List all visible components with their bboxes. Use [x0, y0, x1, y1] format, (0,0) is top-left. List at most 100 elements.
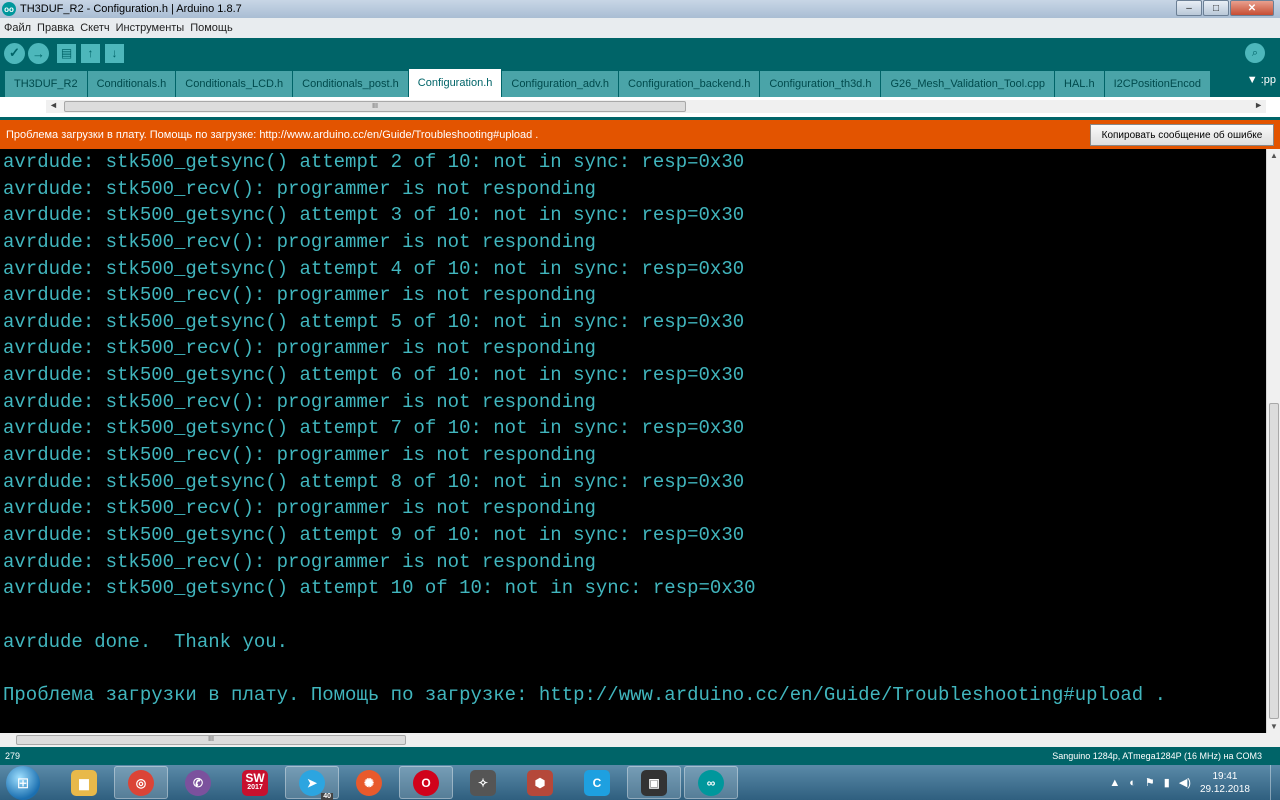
console-vertical-scrollbar[interactable]: ▲ ▼: [1266, 149, 1280, 733]
toolbar: ✓ → ▤ ↑ ↓ ⌕: [0, 38, 1280, 68]
console-line: Проблема загрузки в плату. Помощь по заг…: [3, 683, 1166, 706]
tab-i2c-position-encoder[interactable]: I2CPositionEncod: [1104, 71, 1211, 97]
new-sketch-icon[interactable]: ▤: [57, 43, 76, 63]
tab-configuration-adv[interactable]: Configuration_adv.h: [502, 71, 619, 97]
tray-app-icon[interactable]: ◐: [1129, 777, 1136, 789]
tab-configuration-th3d[interactable]: Configuration_th3d.h: [760, 71, 881, 97]
console-line: avrdude: stk500_recv(): programmer is no…: [3, 497, 596, 520]
arduino-glyph: ∞: [698, 769, 724, 796]
opera-glyph: O: [413, 769, 439, 796]
3d-viewer-icon[interactable]: ⬢: [513, 766, 567, 799]
console-vscroll-thumb[interactable]: [1269, 403, 1279, 719]
window-title: TH3DUF_R2 - Configuration.h | Arduino 1.…: [20, 3, 242, 15]
maximize-button[interactable]: □: [1203, 0, 1229, 16]
console-line: avrdude: stk500_recv(): programmer is no…: [3, 390, 596, 413]
tab-conditionals-post[interactable]: Conditionals_post.h: [293, 71, 408, 97]
menu-bar: Файл Правка Скетч Инструменты Помощь: [0, 18, 1280, 38]
serial-monitor-icon[interactable]: ⌕: [1245, 43, 1265, 63]
system-tray: ▲ ◐ ⚑ ▮ ◀) 19:41 29.12.2018: [1109, 765, 1280, 800]
volume-icon[interactable]: ◀): [1179, 776, 1191, 789]
explorer-glyph: ▆: [71, 769, 97, 796]
console-line: avrdude: stk500_getsync() attempt 3 of 1…: [3, 204, 745, 227]
console-horizontal-scrollbar[interactable]: III: [0, 733, 1280, 747]
tab-conditionals-lcd[interactable]: Conditionals_LCD.h: [176, 71, 293, 97]
taskbar-apps: ▆ ◎ ✆ SW 2017 ➤ 40 ✺ O ✧ ⬢ C ▣ ∞: [57, 766, 741, 800]
title-bar: oo TH3DUF_R2 - Configuration.h | Arduino…: [0, 0, 1280, 18]
menu-help[interactable]: Помощь: [190, 22, 233, 34]
tab-th3duf-r2[interactable]: TH3DUF_R2: [5, 71, 87, 97]
explorer-icon[interactable]: ▆: [57, 766, 111, 799]
solidworks-icon[interactable]: SW 2017: [228, 766, 282, 799]
inkscape-glyph: ✧: [470, 769, 496, 796]
editor-area[interactable]: ◄ III ►: [0, 97, 1280, 117]
tab-hal[interactable]: HAL.h: [1055, 71, 1104, 97]
arduino-logo-icon: oo: [2, 2, 16, 16]
upload-icon[interactable]: →: [28, 42, 49, 64]
console-line: avrdude: stk500_recv(): programmer is no…: [3, 284, 596, 307]
console-line: avrdude: stk500_recv(): programmer is no…: [3, 444, 596, 467]
console-line: avrdude: stk500_getsync() attempt 8 of 1…: [3, 470, 745, 493]
tab-g26-mesh-validation[interactable]: G26_Mesh_Validation_Tool.cpp: [881, 71, 1054, 97]
action-center-icon[interactable]: ⚑: [1145, 776, 1155, 789]
chrome-icon[interactable]: ◎: [114, 766, 168, 799]
ccleaner-icon[interactable]: C: [570, 766, 624, 799]
editor-horizontal-scrollbar[interactable]: ◄ III ►: [46, 100, 1266, 113]
solidworks-label: SW: [245, 770, 265, 785]
console-line: avrdude: stk500_getsync() attempt 2 of 1…: [3, 151, 745, 173]
board-info: Sanguino 1284p, ATmega1284P (16 MHz) на …: [1052, 751, 1262, 761]
telegram-badge: 40: [321, 792, 333, 800]
tray-expand-icon[interactable]: ▲: [1109, 777, 1120, 789]
console-hscroll-thumb[interactable]: III: [16, 735, 406, 745]
3d-viewer-glyph: ⬢: [527, 769, 553, 796]
telegram-glyph: ➤ 40: [299, 769, 333, 800]
clock[interactable]: 19:41 29.12.2018: [1200, 770, 1250, 796]
pinwheel-app-icon[interactable]: ✺: [342, 766, 396, 799]
show-desktop-button[interactable]: [1270, 765, 1280, 800]
windows-start-icon[interactable]: ⊞: [6, 765, 40, 800]
arduino-ide-window: oo TH3DUF_R2 - Configuration.h | Arduino…: [0, 0, 1280, 800]
tab-configuration[interactable]: Configuration.h: [408, 69, 502, 97]
opera-icon[interactable]: O: [399, 766, 453, 799]
menu-tools[interactable]: Инструменты: [116, 22, 185, 34]
tab-conditionals[interactable]: Conditionals.h: [87, 71, 176, 97]
window-controls: ‒ □ ✕: [1175, 0, 1274, 16]
arduino-taskbar-icon[interactable]: ∞: [684, 766, 738, 799]
open-sketch-icon[interactable]: ↑: [81, 43, 100, 63]
telegram-icon[interactable]: ➤ 40: [285, 766, 339, 800]
scroll-left-icon[interactable]: ◄: [49, 100, 58, 110]
save-sketch-icon[interactable]: ↓: [105, 43, 124, 63]
line-number: 279: [5, 751, 21, 761]
menu-edit[interactable]: Правка: [37, 22, 74, 34]
pinwheel-glyph: ✺: [356, 769, 382, 796]
console-line: avrdude: stk500_recv(): programmer is no…: [3, 550, 596, 573]
tab-menu-dropdown[interactable]: ▼ :pp: [1247, 74, 1276, 86]
network-icon[interactable]: ▮: [1164, 776, 1170, 789]
minimize-button[interactable]: ‒: [1176, 0, 1202, 16]
console-line: avrdude: stk500_getsync() attempt 6 of 1…: [3, 364, 745, 387]
console-output[interactable]: avrdude: stk500_getsync() attempt 2 of 1…: [0, 149, 1266, 733]
media-app-icon[interactable]: ▣: [627, 766, 681, 799]
scroll-right-icon[interactable]: ►: [1254, 100, 1263, 110]
menu-file[interactable]: Файл: [4, 22, 31, 34]
console-line: avrdude: stk500_getsync() attempt 5 of 1…: [3, 310, 745, 333]
solidworks-year: 2017: [247, 783, 263, 791]
console-line: avrdude: stk500_getsync() attempt 9 of 1…: [3, 523, 745, 546]
copy-error-button[interactable]: Копировать сообщение об ошибке: [1090, 124, 1274, 146]
console-line: avrdude: stk500_getsync() attempt 4 of 1…: [3, 257, 745, 280]
status-bar: 279 Sanguino 1284p, ATmega1284P (16 MHz)…: [0, 747, 1280, 765]
close-button[interactable]: ✕: [1230, 0, 1274, 16]
inkscape-icon[interactable]: ✧: [456, 766, 510, 799]
scroll-down-icon[interactable]: ▼: [1270, 722, 1278, 731]
console-line: avrdude: stk500_recv(): programmer is no…: [3, 177, 596, 200]
tab-configuration-backend[interactable]: Configuration_backend.h: [619, 71, 760, 97]
verify-icon[interactable]: ✓: [4, 42, 25, 64]
console-line: avrdude: stk500_recv(): programmer is no…: [3, 230, 596, 253]
editor-scroll-thumb[interactable]: III: [64, 101, 686, 112]
console-line: avrdude done. Thank you.: [3, 630, 289, 653]
menu-sketch[interactable]: Скетч: [80, 22, 109, 34]
viber-icon[interactable]: ✆: [171, 766, 225, 799]
media-app-glyph: ▣: [641, 769, 667, 796]
scroll-up-icon[interactable]: ▲: [1270, 151, 1278, 160]
